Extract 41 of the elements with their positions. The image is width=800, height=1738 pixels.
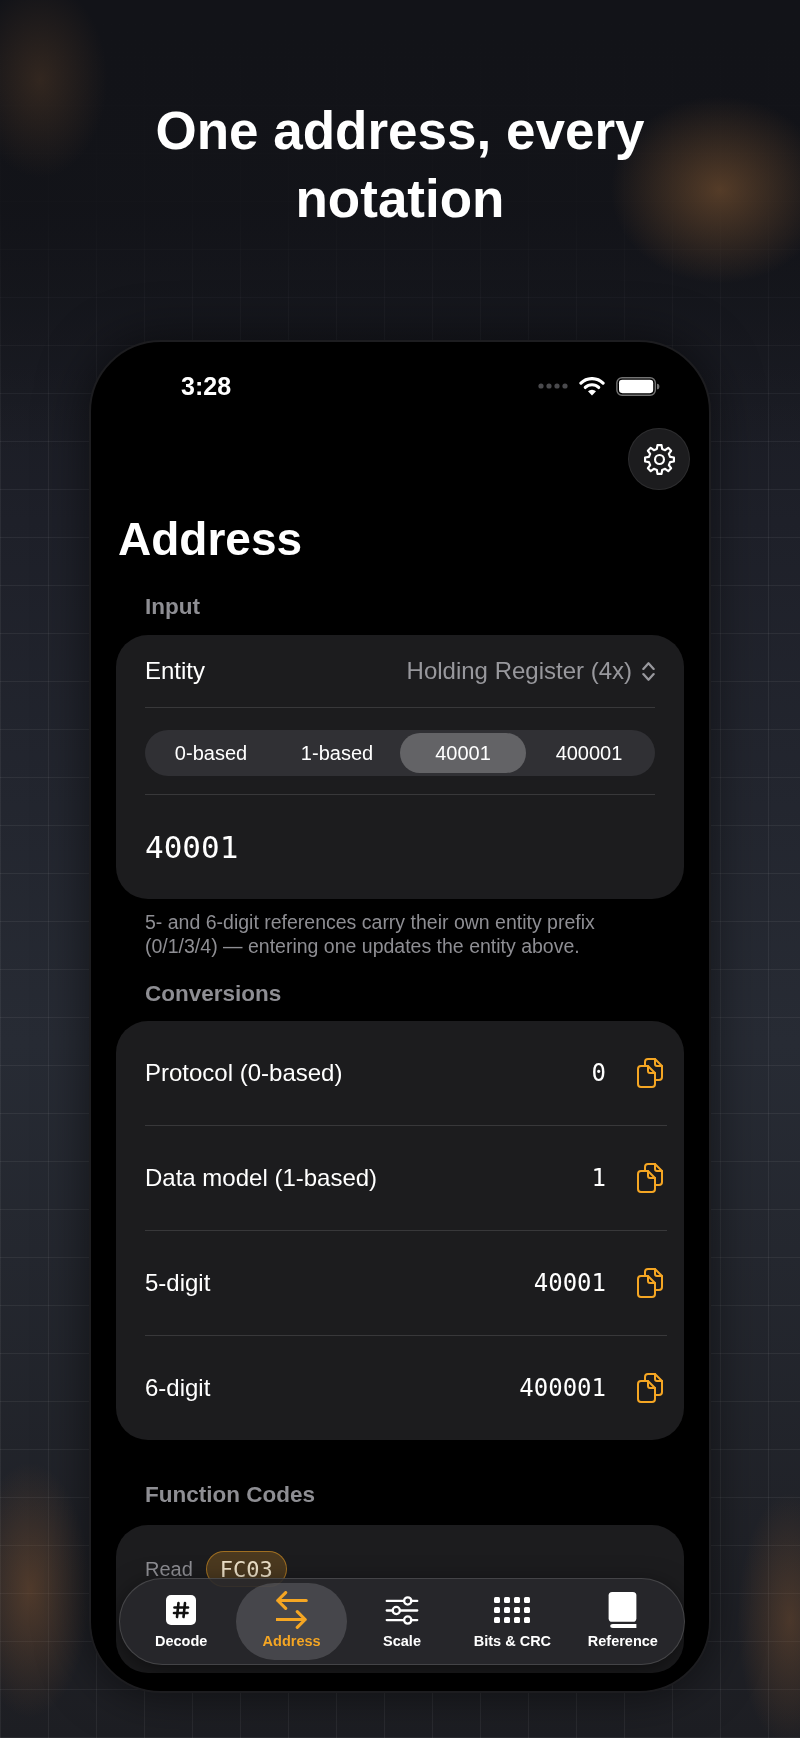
copy-icon: [637, 1373, 663, 1403]
section-header: Input: [144, 593, 201, 621]
conversion-label: 5-digit: [145, 1269, 212, 1297]
entity-label: Entity: [145, 657, 206, 685]
footnote: 5- and 6-digit references carry their own entity prefix (0/1/3/4) — entering one updates the entity above.: [144, 911, 596, 958]
copy-icon: [637, 1163, 663, 1193]
battery-icon: [616, 376, 660, 396]
notation-segment[interactable]: 1-based: [274, 733, 400, 773]
address-input[interactable]: 40001: [145, 824, 655, 870]
conversion-value: 1: [591, 1164, 606, 1192]
conversion-value: 40001: [533, 1269, 606, 1297]
function-code-label: Read: [145, 1557, 193, 1581]
settings-icon: [642, 442, 676, 476]
up-down-chevron-icon: [642, 661, 655, 681]
hash-tile-icon: [166, 1595, 197, 1625]
conversion-label: 6-digit: [145, 1374, 212, 1402]
headline: One address, every notation: [154, 100, 646, 230]
conversion-label: Data model (1-based): [145, 1164, 379, 1192]
status-time: 3:28: [181, 371, 232, 402]
copy-icon: [637, 1268, 663, 1298]
swap-arrows-icon: [275, 1591, 308, 1629]
entity-picker[interactable]: Holding Register (4x): [406, 657, 655, 685]
tab[interactable]: Address: [236, 1583, 347, 1660]
book-icon: [608, 1592, 638, 1628]
section-header: Conversions: [144, 980, 283, 1008]
conversion-label: Protocol (0-based): [145, 1059, 344, 1087]
notation-segment[interactable]: 0-based: [148, 733, 274, 773]
tab[interactable]: Reference: [567, 1583, 679, 1660]
copy-icon: [637, 1058, 663, 1088]
conversion-value: 400001: [519, 1374, 606, 1402]
wifi-icon: [579, 376, 605, 396]
page-title: Address: [117, 512, 304, 567]
tab[interactable]: Scale: [346, 1583, 458, 1660]
tab[interactable]: Bits & CRC: [457, 1583, 568, 1660]
cellular-signal-icon: [538, 383, 568, 389]
dot-grid-icon: [494, 1597, 531, 1623]
notation-segment[interactable]: 400001: [526, 733, 652, 773]
section-header: Function Codes: [144, 1481, 316, 1509]
sliders-icon: [385, 1595, 419, 1625]
notation-segment[interactable]: 40001: [400, 733, 526, 773]
conversion-value: 0: [591, 1059, 606, 1087]
